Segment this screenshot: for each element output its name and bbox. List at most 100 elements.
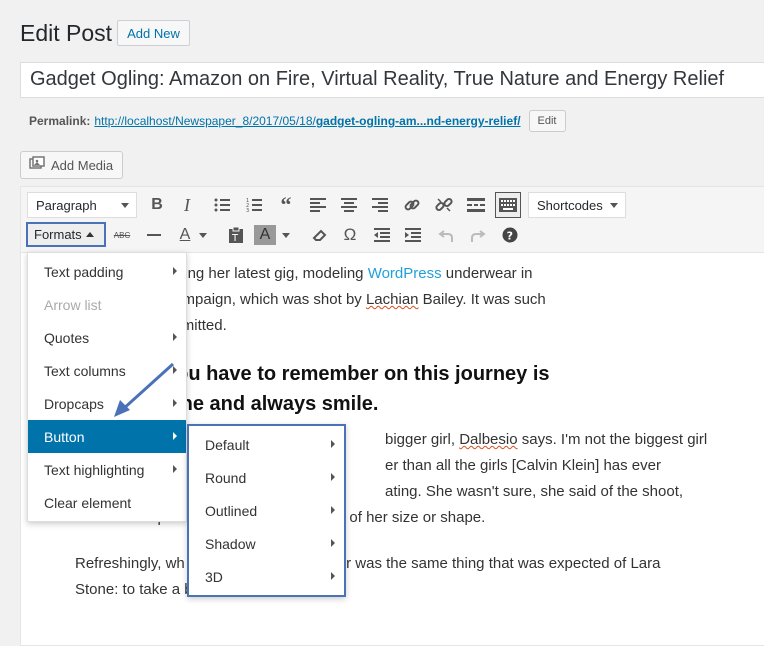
align-left-icon[interactable] — [305, 192, 331, 218]
formats-menu-item[interactable]: Clear element — [28, 486, 186, 519]
redo-icon[interactable] — [465, 222, 491, 248]
formats-menu-item[interactable]: Quotes — [28, 321, 186, 354]
read-more-icon[interactable] — [463, 192, 489, 218]
chevron-right-icon — [331, 539, 335, 547]
chevron-right-icon — [331, 440, 335, 448]
caret-up-icon — [85, 232, 94, 237]
p2-line1-a: bigger girl, — [385, 431, 460, 448]
permalink-row: Permalink: http://localhost/Newspaper_8/… — [29, 110, 566, 132]
chevron-down-icon — [610, 203, 618, 208]
p2-line4-b: s of her size or shape. — [337, 509, 486, 526]
eraser-icon[interactable] — [306, 222, 332, 248]
button-submenu-item[interactable]: Round — [189, 461, 344, 494]
numbered-list-icon[interactable]: 123 — [241, 192, 267, 218]
chevron-right-icon — [173, 267, 177, 275]
shortcodes-select[interactable]: Shortcodes — [528, 192, 626, 218]
formats-menu-item-label: Text padding — [44, 263, 124, 280]
bold-button[interactable]: B — [144, 192, 170, 218]
formats-menu-item: Arrow list — [28, 288, 186, 321]
shortcodes-select-label: Shortcodes — [537, 197, 603, 213]
bullet-list-icon[interactable] — [209, 192, 235, 218]
unlink-icon[interactable] — [431, 192, 457, 218]
chevron-right-icon — [173, 465, 177, 473]
wordpress-link[interactable]: WordPress — [368, 265, 442, 282]
pointer-arrow-icon — [114, 362, 175, 417]
button-submenu-item-label: Default — [205, 436, 250, 453]
button-submenu-item-label: Outlined — [205, 502, 258, 519]
post-title-input[interactable]: Gadget Ogling: Amazon on Fire, Virtual R… — [20, 62, 764, 98]
chevron-right-icon — [331, 473, 335, 481]
align-center-icon[interactable] — [336, 192, 362, 218]
formats-menu-item-label: Button — [44, 428, 85, 445]
permalink-edit-button[interactable]: Edit — [528, 110, 566, 132]
page-title: Edit Post — [20, 20, 113, 46]
permalink-link[interactable]: http://localhost/Newspaper_8/2017/05/18/… — [94, 114, 520, 128]
button-submenu-item[interactable]: 3D — [189, 560, 344, 593]
horizontal-line-icon[interactable] — [141, 222, 167, 248]
add-new-button[interactable]: Add New — [117, 20, 190, 46]
formats-menu-item-label: Text highlighting — [44, 461, 145, 478]
button-submenu-item-label: Shadow — [205, 535, 256, 552]
blockquote-icon[interactable]: “ — [273, 192, 299, 218]
permalink-slug: gadget-ogling-am...nd-energy-relief/ — [315, 114, 521, 128]
paragraph-3: Refreshingly, wh er was the same thing th… — [75, 551, 735, 603]
paragraph-select[interactable]: Paragraph — [27, 192, 137, 218]
bg-color-caret-icon[interactable] — [279, 222, 293, 248]
strikethrough-button[interactable]: ABC — [109, 222, 135, 248]
formats-button[interactable]: Formats — [26, 222, 106, 247]
svg-text:T: T — [231, 233, 239, 243]
p3-line1-b: er was the same thing that was expected … — [337, 555, 661, 572]
permalink-base: http://localhost/Newspaper_8/2017/05/18/ — [94, 114, 316, 128]
formats-menu-item-label: Quotes — [44, 329, 90, 346]
p2-line2: er than all the girls [Calvin Klein] has… — [385, 457, 661, 474]
background-color-button[interactable]: A — [254, 225, 276, 245]
text-color-caret-icon[interactable] — [196, 222, 210, 248]
formats-menu-item[interactable]: Text padding — [28, 255, 186, 288]
special-character-button[interactable]: Ω — [337, 222, 363, 248]
formats-label: Formats — [34, 227, 82, 242]
p2-line3: ating. She wasn't sure, she said of the … — [385, 483, 684, 500]
formats-menu-item-label: Dropcaps — [44, 395, 104, 412]
add-media-button[interactable]: Add Media — [20, 151, 123, 179]
formats-menu-item[interactable]: Text highlighting — [28, 453, 186, 486]
button-submenu-item-label: Round — [205, 469, 247, 486]
background-color-letter: A — [259, 226, 271, 243]
text-color-button[interactable]: A — [172, 222, 198, 248]
formats-menu-item-label: Arrow list — [44, 296, 102, 313]
chevron-right-icon — [331, 506, 335, 514]
p1-name: Lachian — [365, 291, 419, 308]
button-submenu-item[interactable]: Outlined — [189, 494, 344, 527]
button-submenu-item[interactable]: Shadow — [189, 527, 344, 560]
text-color-letter: A — [179, 226, 191, 243]
align-right-icon[interactable] — [367, 192, 393, 218]
paste-text-icon[interactable]: T — [223, 222, 249, 248]
button-submenu-item[interactable]: Default — [189, 428, 344, 461]
add-media-icon — [29, 155, 45, 175]
undo-icon[interactable] — [433, 222, 459, 248]
link-icon[interactable] — [399, 192, 425, 218]
svg-text:?: ? — [507, 230, 513, 243]
button-submenu-item-label: 3D — [205, 568, 223, 585]
formats-menu-item-label: Clear element — [44, 494, 132, 511]
permalink-label: Permalink: — [29, 114, 91, 128]
p1-text-b: underwear in — [441, 265, 533, 282]
add-media-label: Add Media — [51, 157, 114, 173]
toolbar-toggle-icon[interactable] — [495, 192, 521, 218]
paragraph-select-label: Paragraph — [36, 197, 97, 213]
help-icon[interactable]: ? — [497, 222, 523, 248]
p3-line1-a: Refreshingly, wh — [75, 555, 185, 572]
chevron-right-icon — [331, 572, 335, 580]
p1-line2-b: Bailey. It was such — [418, 291, 546, 308]
svg-text:3: 3 — [246, 208, 249, 212]
chevron-down-icon — [121, 203, 129, 208]
outdent-icon[interactable] — [369, 222, 395, 248]
chevron-right-icon — [173, 333, 177, 341]
p2-line1-b: says. I'm not the biggest girl — [517, 431, 708, 448]
formats-menu-item[interactable]: Button — [28, 420, 186, 453]
button-submenu: Default Round Outlined Shadow 3D — [187, 424, 346, 597]
p2-name: Dalbesio — [459, 431, 518, 448]
italic-button[interactable]: I — [174, 192, 200, 218]
editor-toolbar: Paragraph B I 123 “ Shortcodes Formats A… — [21, 187, 764, 253]
chevron-right-icon — [173, 432, 177, 440]
indent-icon[interactable] — [400, 222, 426, 248]
